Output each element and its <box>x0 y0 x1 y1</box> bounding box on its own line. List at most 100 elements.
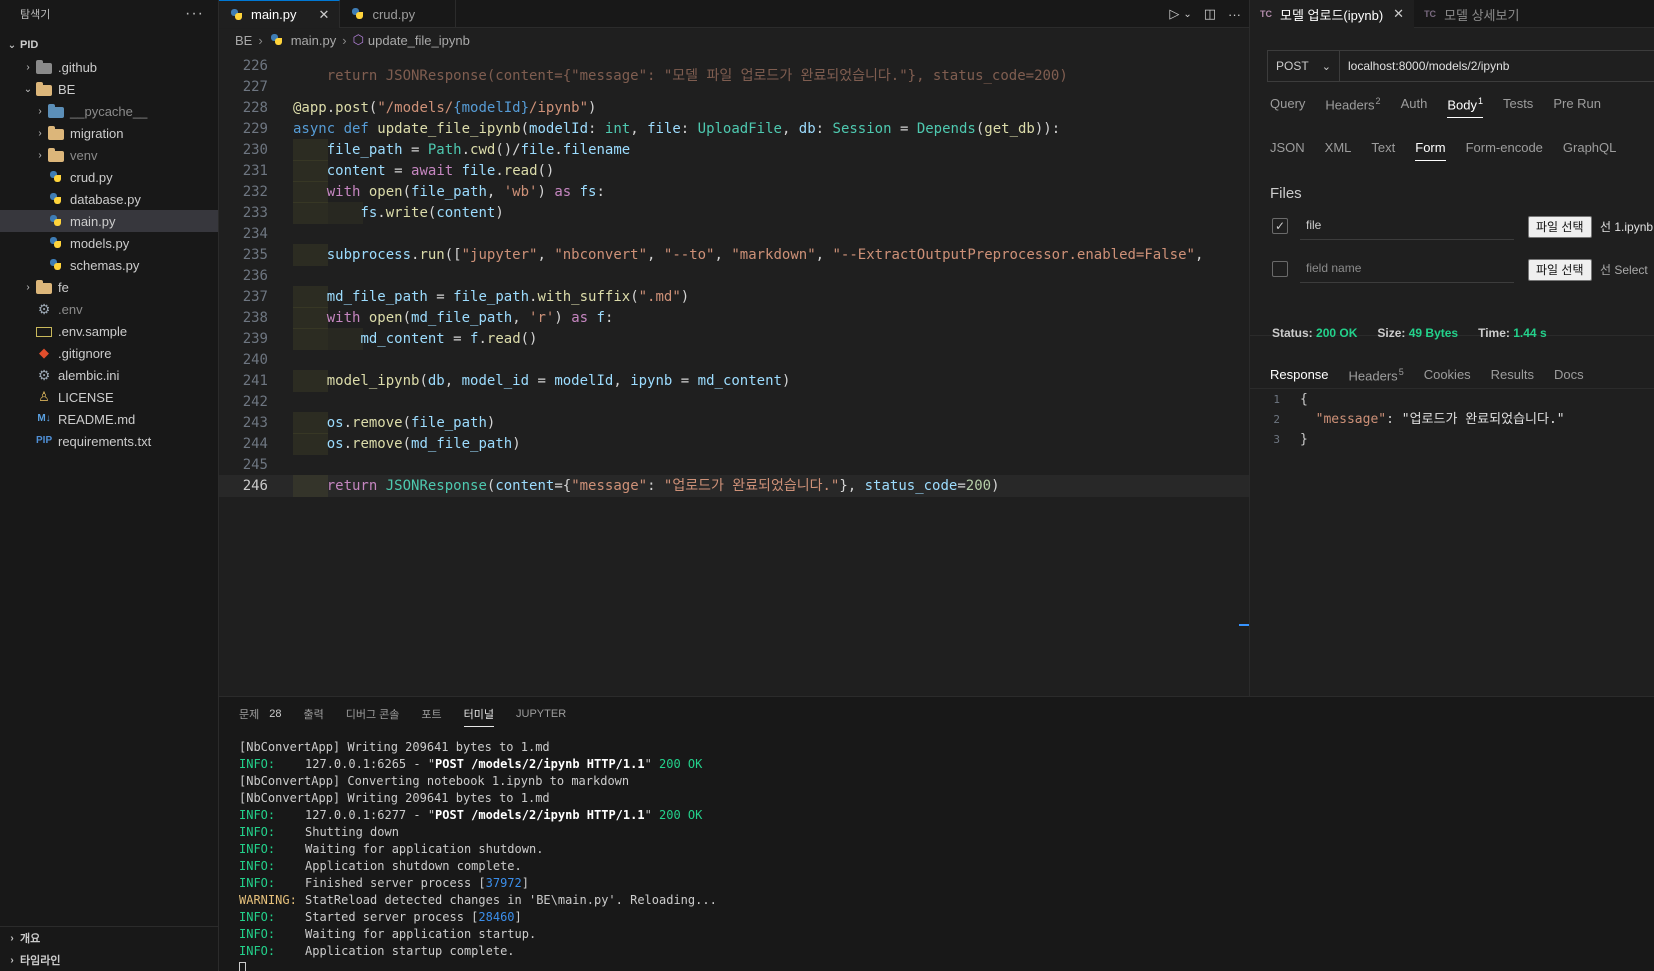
response-tab-cookies[interactable]: Cookies <box>1424 367 1471 383</box>
body-tab-graphql[interactable]: GraphQL <box>1563 140 1616 155</box>
url-input[interactable]: localhost:8000/models/2/ipynb <box>1340 59 1509 73</box>
tree-item-license[interactable]: ♙ LICENSE <box>0 386 218 408</box>
body-tab-form[interactable]: Form <box>1415 140 1446 161</box>
request-tab-auth[interactable]: Auth <box>1401 96 1428 112</box>
tab-label: 모델 업로드(ipynb) <box>1280 7 1384 23</box>
code-editor[interactable]: return JSONResponse(content={"message": … <box>219 51 1249 696</box>
tree-item-be[interactable]: ⌄ BE <box>0 78 218 100</box>
tree-item-fe[interactable]: › fe <box>0 276 218 298</box>
tree-item-schemas-py[interactable]: schemas.py <box>0 254 218 276</box>
row-enabled-checkbox[interactable]: ✓ <box>1272 218 1288 234</box>
request-tab-body[interactable]: Body1 <box>1447 96 1483 119</box>
close-icon[interactable]: ✕ <box>319 7 330 23</box>
breadcrumb-item[interactable]: main.py <box>291 33 337 48</box>
tree-item-label: requirements.txt <box>58 433 152 449</box>
chosen-file-name: 선 1.ipynb <box>1600 220 1654 234</box>
terminal-output[interactable]: [NbConvertApp] Writing 209641 bytes to 1… <box>219 731 1654 971</box>
json-brace: } <box>1300 432 1308 447</box>
tree-item-label: main.py <box>70 213 116 229</box>
code-line: 231 content = await file.read() <box>219 160 1249 182</box>
response-tab-response[interactable]: Response <box>1270 367 1329 390</box>
settings-file-icon: ⚙ <box>37 367 51 383</box>
breadcrumb-item[interactable]: BE <box>235 33 252 48</box>
tree-item-main-py[interactable]: main.py <box>0 210 218 232</box>
tab-crud-py[interactable]: crud.py <box>340 0 457 28</box>
tc-request-view: POST ⌄ localhost:8000/models/2/ipynb Que… <box>1250 28 1654 696</box>
folder-icon <box>36 81 52 96</box>
tree-item-database-py[interactable]: database.py <box>0 188 218 210</box>
code-line: 242 <box>242 394 268 410</box>
python-file-icon <box>48 214 64 228</box>
body-tab-json[interactable]: JSON <box>1270 140 1305 155</box>
body-tab-xml[interactable]: XML <box>1325 140 1352 155</box>
run-icon[interactable]: ▷ <box>1169 6 1179 22</box>
close-icon[interactable]: ✕ <box>1393 6 1404 22</box>
row-enabled-checkbox[interactable] <box>1272 261 1288 277</box>
tree-item-label: LICENSE <box>58 389 114 405</box>
tree-item-label: schemas.py <box>70 257 140 273</box>
field-name-input[interactable]: field name <box>1300 253 1514 283</box>
tab-main-py[interactable]: main.py ✕ <box>219 0 341 28</box>
tree-item-readme-md[interactable]: M↓ README.md <box>0 408 218 430</box>
tab-output[interactable]: 출력 <box>304 697 324 731</box>
request-tab-tests[interactable]: Tests <box>1503 96 1533 112</box>
method-select[interactable]: POST ⌄ <box>1268 51 1340 81</box>
terminal-line: [NbConvertApp] Writing 209641 bytes to 1… <box>239 791 550 805</box>
terminal-line: [NbConvertApp] Writing 209641 bytes to 1… <box>239 740 550 754</box>
response-tab-docs[interactable]: Docs <box>1554 367 1584 383</box>
tab-debug-console[interactable]: 디버그 콘솔 <box>346 697 400 731</box>
request-tab-headers[interactable]: Headers2 <box>1325 96 1380 112</box>
thunder-client-panel: TC 모델 업로드(ipynb) ✕ TC 모델 상세보기 POST ⌄ loc… <box>1249 0 1654 696</box>
chevron-down-icon[interactable]: ⌄ <box>1183 9 1191 20</box>
request-tab-query[interactable]: Query <box>1270 96 1305 112</box>
tree-item-env[interactable]: ⚙ .env <box>0 298 218 320</box>
terminal-line: INFO: 127.0.0.1:6277 - "POST /models/2/ip… <box>239 808 703 822</box>
body-tab-form-encode[interactable]: Form-encode <box>1466 140 1543 155</box>
tree-item-crud-py[interactable]: crud.py <box>0 166 218 188</box>
tab-jupyter[interactable]: JUPYTER <box>516 697 566 731</box>
outline-section[interactable]: › 개요 <box>0 927 218 949</box>
tree-item-env-sample[interactable]: .env.sample <box>0 320 218 342</box>
tab-ports[interactable]: 포트 <box>421 697 441 731</box>
workspace-root[interactable]: ⌄ PID <box>0 34 218 56</box>
python-file-icon <box>48 170 64 184</box>
response-body[interactable]: 1{ 2 "message": "업로드가 완료되었습니다." 3} <box>1250 390 1654 450</box>
choose-file-button[interactable]: 파일 선택 <box>1528 259 1592 281</box>
code-line: 230 file_path = Path.cwd()/file.filename <box>219 139 1249 161</box>
chevron-right-icon: › <box>26 281 30 293</box>
field-name-input[interactable]: file <box>1300 210 1514 240</box>
tree-item-venv[interactable]: › venv <box>0 144 218 166</box>
tab-label: crud.py <box>372 6 416 22</box>
terminal-line: INFO: 127.0.0.1:6265 - "POST /models/2/ip… <box>239 757 703 771</box>
response-tab-results[interactable]: Results <box>1491 367 1534 383</box>
tree-item-github[interactable]: › .github <box>0 56 218 78</box>
tree-item-gitignore[interactable]: ◆ .gitignore <box>0 342 218 364</box>
breadcrumb: BE › main.py › ⬡ update_file_ipynb <box>219 29 1249 51</box>
tab-terminal[interactable]: 터미널 <box>463 697 495 731</box>
choose-file-button[interactable]: 파일 선택 <box>1528 216 1592 238</box>
tab-model-detail[interactable]: TC 모델 상세보기 <box>1414 0 1529 28</box>
tree-item-label: alembic.ini <box>58 367 120 383</box>
env-file-icon <box>36 327 52 337</box>
breadcrumb-item[interactable]: update_file_ipynb <box>368 33 470 48</box>
tree-item-requirements-txt[interactable]: PIP requirements.txt <box>0 430 218 452</box>
code-line: 239 md_content = f.read() <box>219 328 1249 350</box>
terminal-line: INFO: Application shutdown complete. <box>239 859 522 873</box>
tab-label: main.py <box>251 7 297 22</box>
more-actions-icon[interactable]: ··· <box>1228 7 1241 22</box>
request-tab-pre-run[interactable]: Pre Run <box>1553 96 1601 112</box>
response-tab-headers[interactable]: Headers5 <box>1349 367 1404 383</box>
body-tab-text[interactable]: Text <box>1371 140 1395 155</box>
tree-item-migration[interactable]: › migration <box>0 122 218 144</box>
tree-item-pycache[interactable]: › __pycache__ <box>0 100 218 122</box>
more-actions-icon[interactable]: ··· <box>185 5 204 23</box>
tab-problems[interactable]: 문제 28 <box>239 697 282 731</box>
split-editor-icon[interactable]: ◫ <box>1204 6 1216 22</box>
tree-item-alembic-ini[interactable]: ⚙ alembic.ini <box>0 364 218 386</box>
thunder-client-logo-icon: TC <box>1260 9 1272 19</box>
timeline-section[interactable]: › 타임라인 <box>0 949 218 971</box>
terminal-line: INFO: Application startup complete. <box>239 944 515 958</box>
tree-item-models-py[interactable]: models.py <box>0 232 218 254</box>
outline-label: 개요 <box>20 933 41 945</box>
tab-model-upload-ipynb[interactable]: TC 모델 업로드(ipynb) ✕ <box>1250 0 1415 28</box>
